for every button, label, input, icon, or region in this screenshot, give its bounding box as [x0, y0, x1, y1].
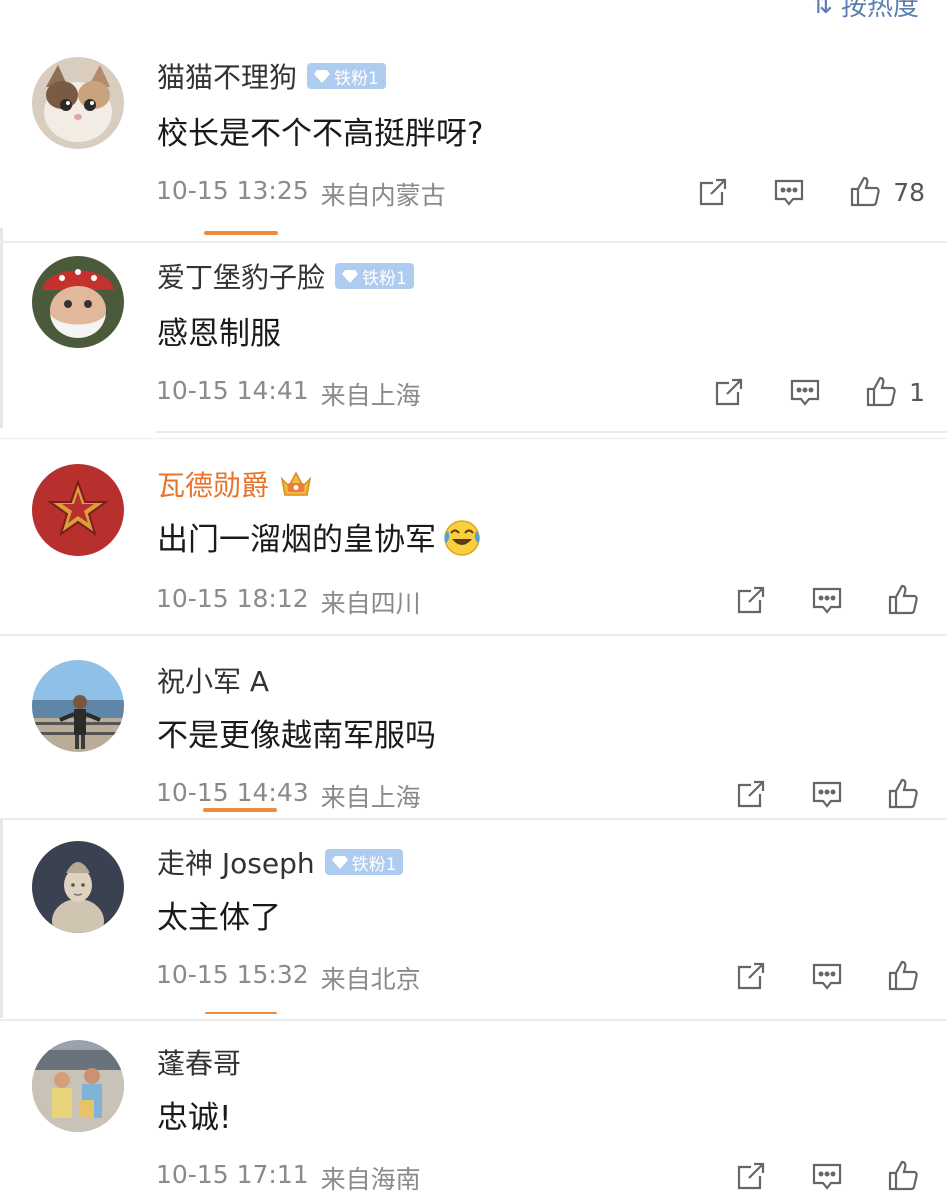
divider: [0, 241, 947, 243]
like-button[interactable]: [847, 174, 883, 210]
like-count: 1: [909, 377, 925, 407]
comment-location: 来自四川: [320, 589, 421, 618]
like-button[interactable]: [885, 1158, 921, 1194]
comment-text: 不是更像越南军服吗: [157, 718, 436, 754]
share-button[interactable]: [733, 582, 769, 618]
comment-icon: [812, 587, 842, 614]
username[interactable]: 瓦德勋爵: [157, 464, 269, 504]
share-icon: [737, 586, 765, 614]
share-icon: [737, 962, 765, 990]
avatar[interactable]: [32, 660, 124, 752]
avatar[interactable]: [32, 841, 124, 933]
comment-date: 10-15 15:32: [156, 960, 309, 989]
share-button[interactable]: [695, 174, 731, 210]
thumbs-up-icon: [888, 584, 918, 615]
thumbs-up-icon: [866, 376, 896, 407]
fan-badge-label: 铁粉1: [362, 268, 407, 289]
share-icon: [715, 378, 743, 406]
laugh-cry-emoji-icon: [444, 519, 480, 556]
comment-text: 太主体了: [157, 900, 281, 936]
fan-badge[interactable]: 铁粉1: [335, 263, 414, 289]
divider: [0, 1019, 947, 1021]
comment-button[interactable]: [787, 374, 823, 410]
comment-button[interactable]: [809, 776, 845, 812]
thumbs-up-icon: [888, 1160, 918, 1191]
share-button[interactable]: [733, 776, 769, 812]
share-icon: [737, 1162, 765, 1190]
thread-edge: [0, 228, 3, 428]
fan-badge-label: 铁粉1: [351, 854, 397, 875]
like-button[interactable]: [885, 776, 921, 812]
thumbs-up-icon: [851, 176, 880, 207]
like-button[interactable]: [885, 958, 921, 994]
username[interactable]: 爱丁堡豹子脸: [157, 256, 325, 296]
username[interactable]: 走神 Joseph: [157, 842, 315, 882]
share-icon: [737, 780, 765, 808]
comment-location: 来自海南: [320, 1165, 421, 1194]
username[interactable]: 蓬春哥: [157, 1042, 241, 1082]
thumbs-up-icon: [888, 960, 918, 991]
like-button[interactable]: [885, 582, 921, 618]
like-button[interactable]: [863, 374, 899, 410]
comment-icon: [812, 1163, 842, 1190]
divider: [155, 431, 947, 433]
comment-icon: [790, 379, 820, 406]
thread-edge: [0, 818, 3, 1018]
avatar[interactable]: [32, 57, 124, 149]
share-button[interactable]: [733, 958, 769, 994]
fan-badge[interactable]: 铁粉1: [324, 849, 404, 875]
comment-icon: [812, 963, 842, 990]
comment-location: 来自内蒙古: [320, 181, 446, 210]
username[interactable]: 猫猫不理狗: [157, 56, 297, 96]
comment-button[interactable]: [809, 958, 845, 994]
comment-text: 校长是不个不高挺胖呀?: [157, 116, 484, 152]
share-icon: [700, 178, 727, 206]
comment-text-content: 出门一溜烟的皇协军: [157, 522, 436, 558]
comment-text: 出门一溜烟的皇协军: [157, 514, 482, 559]
comment-text: 忠诚!: [157, 1100, 232, 1136]
comment-location: 来自北京: [320, 965, 421, 994]
diamond-icon: [314, 70, 331, 83]
comment-button[interactable]: [809, 1158, 845, 1194]
crown-icon: [280, 471, 312, 496]
divider: [0, 438, 947, 439]
comment-location: 来自上海: [320, 783, 421, 812]
thumbs-up-icon: [888, 778, 918, 809]
comment-date: 10-15 14:41: [156, 376, 309, 405]
share-button[interactable]: [711, 374, 747, 410]
indicator-mark: [203, 808, 277, 812]
avatar[interactable]: [32, 464, 124, 556]
comment-icon: [812, 781, 842, 808]
comment-button[interactable]: [771, 174, 807, 210]
diamond-icon: [331, 856, 348, 869]
comment-date: 10-15 18:12: [156, 584, 309, 613]
share-button[interactable]: [733, 1158, 769, 1194]
username[interactable]: 祝小军 A: [157, 660, 269, 700]
avatar[interactable]: [32, 256, 124, 348]
comment-text: 感恩制服: [157, 316, 281, 352]
fan-badge[interactable]: 铁粉1: [307, 63, 386, 89]
comment-button[interactable]: [809, 582, 845, 618]
like-count: 78: [893, 177, 925, 207]
indicator-mark: [205, 1012, 277, 1014]
indicator-mark: [204, 231, 278, 235]
sort-toggle[interactable]: ⇅ 按热度: [811, 0, 919, 23]
divider: [0, 634, 947, 636]
comment-date: 10-15 17:11: [156, 1160, 309, 1189]
sort-label: 按热度: [840, 0, 919, 22]
divider: [0, 818, 947, 820]
avatar[interactable]: [32, 1040, 124, 1132]
comment-date: 10-15 13:25: [156, 176, 309, 205]
diamond-icon: [342, 270, 359, 283]
sort-icon: ⇅: [811, 0, 833, 20]
comment-location: 来自上海: [320, 381, 421, 410]
comment-icon: [775, 179, 804, 206]
fan-badge-label: 铁粉1: [334, 68, 379, 89]
